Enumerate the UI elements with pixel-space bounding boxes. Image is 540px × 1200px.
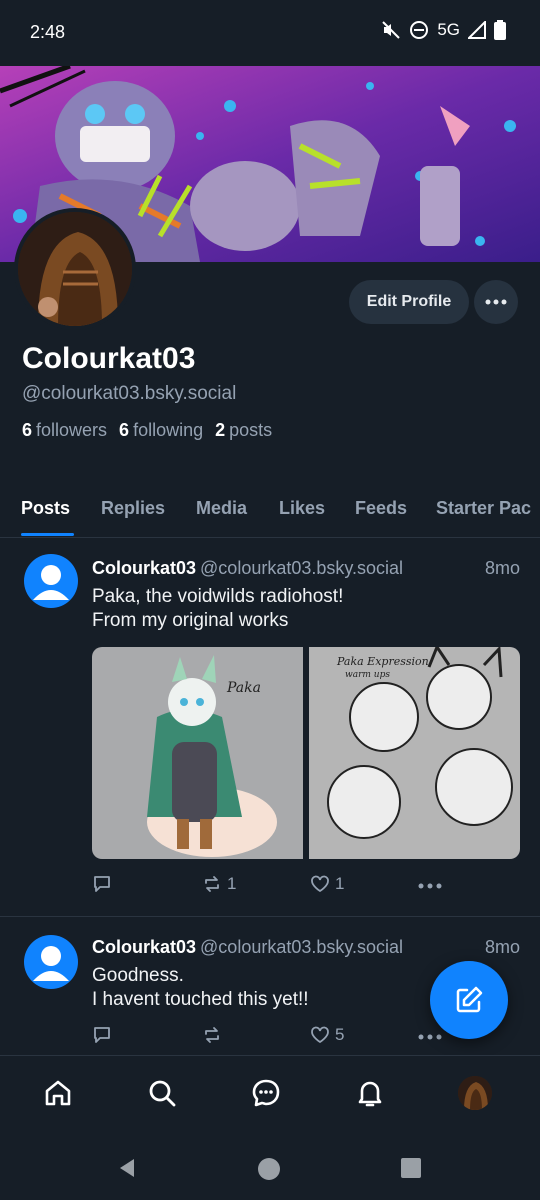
like-count: 1 (335, 874, 345, 893)
more-horizontal-icon (485, 299, 507, 305)
paka-sketches: Paka Expression warm ups (309, 647, 520, 859)
signal-icon (468, 21, 486, 39)
posts-count: 2 (215, 420, 226, 440)
network-label: 5G (437, 20, 460, 39)
like-button[interactable]: 5 (310, 1025, 344, 1045)
battery-icon (494, 20, 506, 40)
repost-button[interactable]: 1 (202, 874, 236, 894)
home-icon (45, 1080, 71, 1106)
repost-icon (205, 876, 219, 892)
status-time: 2:48 (30, 22, 66, 42)
reply-button[interactable] (92, 874, 117, 894)
notifications-icon (358, 1081, 382, 1107)
display-name: Colourkat03 (22, 342, 196, 375)
sketch-subtitle: warm ups (345, 670, 390, 680)
posts-label: posts (229, 420, 273, 440)
repost-count: 1 (227, 874, 237, 893)
more-horizontal-icon (418, 1034, 442, 1040)
post-author-name[interactable]: Colourkat03 (92, 937, 196, 957)
tab-starter-packs[interactable]: Starter Pac (436, 498, 531, 519)
default-avatar-icon (33, 946, 69, 981)
avatar-artwork (458, 1076, 492, 1110)
post-author-avatar[interactable] (24, 554, 78, 608)
chat-icon (252, 1079, 280, 1107)
dnd-icon (410, 21, 429, 39)
like-count: 5 (335, 1025, 345, 1044)
profile-stats: 6 followers 6 following 2 posts (22, 420, 272, 441)
post-image-1[interactable]: Paka (92, 647, 303, 859)
post-author-handle: @colourkat03.bsky.social (200, 937, 404, 957)
nav-search[interactable] (142, 1073, 182, 1113)
post-header: Colourkat03 @colourkat03.bsky.social (92, 558, 403, 579)
status-bar: 2:48 5G (0, 0, 540, 66)
active-tab-indicator (21, 533, 74, 536)
repost-button[interactable] (202, 1025, 227, 1045)
repost-icon (205, 1027, 219, 1043)
home-button-icon[interactable] (257, 1157, 281, 1181)
nav-profile[interactable] (455, 1073, 495, 1113)
post-timestamp: 8mo (484, 937, 520, 957)
post-item[interactable]: Colourkat03 @colourkat03.bsky.social 8mo … (0, 538, 540, 916)
tab-replies[interactable]: Replies (101, 498, 165, 519)
heart-icon (311, 1026, 329, 1044)
default-avatar-icon (33, 565, 69, 600)
system-navigation-bar (0, 1135, 540, 1200)
tab-likes[interactable]: Likes (279, 498, 325, 519)
profile-tabs: Posts Replies Media Likes Feeds Starter … (0, 480, 540, 538)
followers-label: followers (36, 420, 108, 440)
profile-avatar[interactable] (14, 208, 136, 330)
paka-drawing: Paka (92, 647, 303, 859)
like-button[interactable]: 1 (310, 874, 344, 894)
post-author-handle: @colourkat03.bsky.social (200, 558, 404, 578)
post-image-2[interactable]: Paka Expression warm ups (309, 647, 520, 859)
more-options-button[interactable] (474, 280, 518, 324)
nav-notifications[interactable] (350, 1073, 390, 1113)
edit-profile-button[interactable]: Edit Profile (349, 280, 469, 324)
reply-icon (94, 876, 110, 892)
post-more-button[interactable] (418, 1034, 442, 1040)
post-author-avatar[interactable] (24, 935, 78, 989)
following-count: 6 (119, 420, 130, 440)
tab-posts[interactable]: Posts (21, 498, 70, 519)
reply-icon (94, 1027, 110, 1043)
avatar-artwork (18, 212, 132, 326)
post-author-name[interactable]: Colourkat03 (92, 558, 196, 578)
post-image-gallery: Paka Paka Expression warm ups (92, 647, 520, 859)
followers-stat[interactable]: 6 followers (22, 420, 107, 441)
post-actions: 1 1 (92, 874, 452, 902)
post-more-button[interactable] (418, 883, 442, 889)
paka-caption: Paka (226, 680, 261, 696)
sketch-title: Paka Expression (336, 655, 429, 668)
heart-icon (311, 875, 329, 893)
back-icon[interactable] (116, 1157, 138, 1179)
tab-media[interactable]: Media (196, 498, 247, 519)
following-label: following (133, 420, 204, 440)
compose-icon (456, 986, 483, 1013)
nav-chat[interactable] (246, 1073, 286, 1113)
compose-post-button[interactable] (430, 961, 508, 1039)
post-header: Colourkat03 @colourkat03.bsky.social (92, 937, 403, 958)
post-actions: 5 (92, 1025, 452, 1053)
bottom-navigation (0, 1055, 540, 1135)
post-text: Paka, the voidwilds radiohost! From my o… (92, 586, 344, 631)
nav-home[interactable] (38, 1073, 78, 1113)
reply-button[interactable] (92, 1025, 117, 1045)
search-icon (149, 1080, 176, 1107)
followers-count: 6 (22, 420, 33, 440)
profile-avatar (458, 1076, 492, 1110)
recents-icon[interactable] (400, 1157, 422, 1179)
more-horizontal-icon (418, 883, 442, 889)
post-text: Goodness. I havent touched this yet!! (92, 965, 309, 1010)
status-icons: 5G (381, 20, 506, 40)
posts-stat: 2 posts (215, 420, 272, 441)
following-stat[interactable]: 6 following (119, 420, 203, 441)
tab-feeds[interactable]: Feeds (355, 498, 407, 519)
post-timestamp: 8mo (484, 558, 520, 578)
profile-handle: @colourkat03.bsky.social (22, 383, 237, 404)
mute-icon (382, 21, 401, 39)
